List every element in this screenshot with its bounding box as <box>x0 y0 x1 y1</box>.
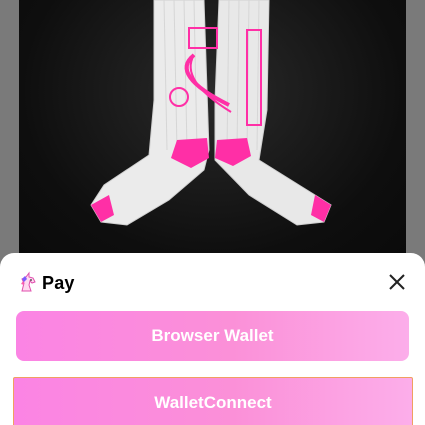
close-icon[interactable] <box>387 272 407 292</box>
socks-image <box>90 0 332 226</box>
screen: Pay Browser Wallet WalletConnect <box>0 0 425 425</box>
sheet-header: Pay <box>16 271 75 295</box>
sheet-title: Pay <box>42 272 75 293</box>
unicorn-icon <box>21 271 36 292</box>
walletconnect-button[interactable]: WalletConnect <box>13 377 413 425</box>
product-image <box>19 0 406 260</box>
browser-wallet-button[interactable]: Browser Wallet <box>16 311 409 361</box>
walletconnect-label: WalletConnect <box>154 393 272 412</box>
browser-wallet-label: Browser Wallet <box>151 326 274 345</box>
